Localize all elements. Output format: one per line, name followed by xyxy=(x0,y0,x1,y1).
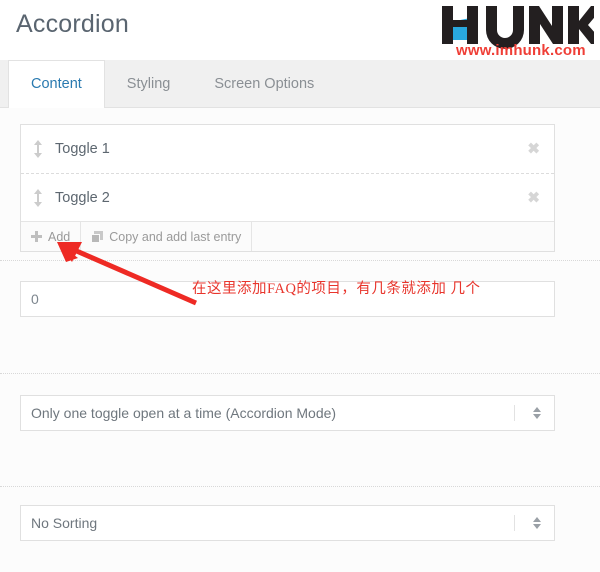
tab-screen-options[interactable]: Screen Options xyxy=(192,60,336,107)
logo-url-text: www.imhunk.com xyxy=(456,42,586,59)
close-icon[interactable]: ✖ xyxy=(527,142,540,157)
chevron-updown-icon[interactable] xyxy=(526,517,548,529)
select-separator xyxy=(514,515,515,531)
copy-and-add-last-entry-button[interactable]: Copy and add last entry xyxy=(81,222,253,251)
tab-styling-label: Styling xyxy=(126,75,171,92)
table-row[interactable]: Toggle 1 ✖ xyxy=(21,125,554,173)
add-button-label: Add xyxy=(48,229,71,244)
sorting-select[interactable]: No Sorting xyxy=(20,505,555,541)
tab-panel-content: Toggle 1 ✖ Toggle 2 ✖ Add Copy and add l… xyxy=(0,108,600,572)
page-title: Accordion xyxy=(16,10,129,38)
tab-bar: Content Styling Screen Options xyxy=(0,60,600,108)
chevron-updown-icon[interactable] xyxy=(526,407,548,419)
accordion-mode-value: Only one toggle open at a time (Accordio… xyxy=(31,405,337,421)
toggles-panel: Toggle 1 ✖ Toggle 2 ✖ Add Copy and add l… xyxy=(20,124,555,252)
page-header: Accordion www.imhunk.com xyxy=(0,0,600,60)
add-button[interactable]: Add xyxy=(21,222,82,251)
copy-icon xyxy=(91,230,104,243)
section-divider xyxy=(0,373,600,374)
copy-button-label: Copy and add last entry xyxy=(109,229,242,244)
updown-arrows-icon[interactable] xyxy=(21,140,55,158)
tab-screen-options-label: Screen Options xyxy=(214,75,315,92)
toggle-label: Toggle 1 xyxy=(55,141,110,157)
number-input[interactable] xyxy=(20,281,555,317)
accordion-mode-select[interactable]: Only one toggle open at a time (Accordio… xyxy=(20,395,555,431)
table-row[interactable]: Toggle 2 ✖ xyxy=(21,173,554,221)
section-divider xyxy=(0,486,600,487)
close-icon[interactable]: ✖ xyxy=(527,190,540,205)
tab-content-label: Content xyxy=(31,76,82,92)
sorting-value: No Sorting xyxy=(31,515,98,531)
select-separator xyxy=(514,405,515,421)
site-logo: www.imhunk.com xyxy=(434,2,594,64)
section-divider xyxy=(0,260,600,261)
toggle-label: Toggle 2 xyxy=(55,189,110,206)
plus-icon xyxy=(31,231,42,242)
panel-button-bar: Add Copy and add last entry xyxy=(21,221,554,251)
tab-content[interactable]: Content xyxy=(8,60,105,108)
tab-styling[interactable]: Styling xyxy=(105,60,193,107)
updown-arrows-icon[interactable] xyxy=(21,188,55,207)
